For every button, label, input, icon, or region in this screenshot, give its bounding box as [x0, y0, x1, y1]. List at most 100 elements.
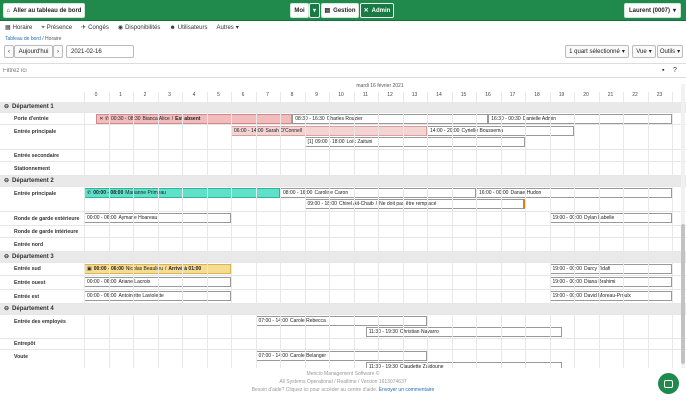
chevron-right-icon: ›	[57, 48, 59, 55]
nav-item-horaire[interactable]: ▦ Horaire	[5, 25, 32, 31]
footer-help-link[interactable]: Besoin d'aide? Cliquez ici pour accéder …	[252, 387, 378, 393]
shift-block[interactable]: 07:00 - 14:00 Carole Rebecca	[255, 316, 427, 326]
quarter-select-button[interactable]: 1 quart sélectionné ▾	[565, 45, 629, 58]
position-label: Voute	[14, 354, 29, 360]
note-separator: /	[375, 201, 378, 207]
filter-input[interactable]	[3, 66, 603, 76]
save-icon[interactable]: ▪	[662, 67, 664, 74]
timeline-date-header: mardi 16 février 2021	[356, 83, 404, 89]
shift-block[interactable]: 11:30 - 19:30 Claudette Zaidoune	[365, 362, 562, 368]
badge-icon: ▣	[87, 266, 92, 272]
shift-time: 08:00 - 16:00	[283, 190, 313, 196]
prev-day-button[interactable]: ‹	[4, 45, 14, 58]
nav-label: Congés	[88, 25, 109, 31]
hour-gridline	[525, 92, 526, 368]
breadcrumb-root-link[interactable]: Tableau de bord	[5, 36, 41, 42]
position-row: Entrée secondaire	[0, 150, 686, 162]
footer-feedback-link[interactable]: Envoyer un commentaire	[379, 387, 435, 393]
position-row: Entrée nord	[0, 238, 686, 252]
nav-item-disponibilites[interactable]: ◉ Disponibilités	[118, 25, 161, 31]
shift-employee: Diana Brahimi	[583, 279, 616, 285]
date-input[interactable]: 2021-02-16	[66, 45, 134, 58]
nav-item-conges[interactable]: ✈ Congés	[81, 25, 109, 31]
admin-button[interactable]: ✕ Admin	[360, 3, 394, 18]
user-menu-button[interactable]: Laurent (0007) ▾	[624, 3, 681, 18]
shift-block[interactable]: 16:30 - 00:30 Danielle Admin	[488, 114, 672, 124]
department-header: ⊖ Département 1	[0, 102, 686, 113]
shift-employee: Carole Rebecca	[289, 318, 326, 324]
shift-block[interactable]: 19:00 - 00:00 Diana Brahimi	[549, 277, 672, 287]
shift-employee: Bianca Alice	[142, 116, 170, 122]
shift-employee: Loïc Zaituni	[346, 139, 373, 145]
scrollbar-thumb[interactable]	[681, 224, 685, 364]
shift-block[interactable]: 19:00 - 00:00 Dylan Labelle	[549, 213, 672, 223]
nav-item-autres[interactable]: Autres ▾	[216, 25, 238, 31]
hour-label: 15	[460, 92, 467, 98]
moi-button[interactable]: Moi	[290, 3, 309, 18]
hour-label: 19	[558, 92, 565, 98]
tools-button[interactable]: Outils ▾	[657, 45, 683, 58]
shift-note: Est absent	[175, 116, 201, 122]
shift-time: 11:30 - 19:30	[368, 329, 398, 335]
department-header: ⊖ Département 4	[0, 304, 686, 315]
shift-employee: Carole Belanger	[289, 353, 327, 359]
shift-block[interactable]: 09:00 - 18:00 Chirel Ait-Chaib / Ne doit pa…	[304, 199, 525, 209]
shift-block[interactable]: 11:30 - 19:30 Christian Navarro	[365, 327, 562, 337]
shift-note: Arrivé à 01:00	[168, 266, 202, 272]
moi-dropdown-button[interactable]: ▾	[309, 3, 320, 18]
view-label: Vue	[636, 48, 647, 55]
hour-gridline	[304, 92, 306, 368]
today-button[interactable]: Aujourd'hui	[14, 45, 53, 58]
today-label: Aujourd'hui	[18, 48, 49, 55]
view-button[interactable]: Vue ▾	[632, 45, 656, 58]
schedule-grid: mardi 16 février 2021 0 1 2 3 4 5 6 7 8 9 10 11 12 13…	[0, 78, 686, 368]
position-label: Ronde de garde intérieure	[14, 228, 79, 235]
shift-time: 16:30 - 00:30	[491, 116, 521, 122]
gestion-button[interactable]: ▤ Gestion	[321, 3, 359, 18]
shift-block[interactable]: ✕ ✆ 00:30 - 08:30 Bianca Alice / Est absent	[96, 114, 293, 124]
nav-item-presence[interactable]: ⌖ Présence	[41, 25, 72, 31]
shift-block[interactable]: [1]09:00 - 18:00Loïc Zaituni	[304, 137, 525, 147]
hour-label: 22	[632, 92, 638, 98]
caret-down-icon: ▾	[312, 7, 316, 14]
hour-gridline	[84, 92, 85, 368]
hour-label: 10	[338, 92, 344, 98]
collapse-icon[interactable]: ⊖	[4, 178, 9, 184]
collapse-icon[interactable]: ⊖	[4, 306, 9, 312]
hour-label: 23	[656, 92, 663, 98]
shift-block[interactable]: 08:30 - 16:30 Charles Rouzier	[292, 114, 489, 124]
position-label: Entrée des employés	[14, 319, 66, 325]
hour-label: 3	[168, 92, 171, 98]
department-header: ⊖ Département 2	[0, 176, 686, 187]
hour-label: 6	[241, 92, 245, 98]
quarter-label: 1 quart sélectionné	[569, 48, 620, 55]
shift-time: 08:30 - 16:30	[295, 116, 325, 122]
hour-label: 16	[485, 92, 491, 98]
shift-time: 06:00 - 14:00	[234, 128, 264, 134]
collapse-icon[interactable]: ⊖	[4, 254, 9, 260]
chat-button[interactable]	[658, 373, 679, 394]
department-header: ⊖ Département 3	[0, 252, 686, 263]
shift-block[interactable]: 19:00 - 00:00 David Moreau-Proulx	[549, 291, 672, 301]
shift-employee: Aymane Hoareau	[118, 215, 158, 221]
nav-label: Horaire	[12, 25, 33, 31]
shift-time: 00:00 - 06:00	[87, 293, 117, 299]
hour-label: 13	[411, 92, 418, 98]
shift-time: 16:00 - 00:00	[479, 190, 509, 196]
shift-time: 19:00 - 00:00	[552, 293, 582, 299]
shift-employee: Sarah O'Connell	[265, 128, 302, 134]
grid-scrollbar[interactable]	[681, 84, 685, 368]
next-day-button[interactable]: ›	[53, 45, 63, 58]
footer-status: All Systems Operational / Realtime / Ver…	[279, 379, 407, 385]
collapse-icon[interactable]: ⊖	[4, 104, 9, 110]
help-icon[interactable]: ?	[673, 67, 677, 74]
position-label: Porte d'entrée	[14, 115, 49, 122]
tools-icon: ✕	[363, 7, 369, 14]
position-row: Entrepôt	[0, 339, 686, 350]
nav-item-utilisateurs[interactable]: ☻ Utilisateurs	[169, 25, 207, 31]
dashboard-button[interactable]: ⌂ Aller au tableau de bord	[3, 3, 85, 18]
shift-block[interactable]: 07:00 - 14:00 Carole Belanger	[255, 351, 427, 361]
shift-block[interactable]: 19:00 - 00:00 Darcy Tidafi	[549, 264, 672, 274]
hour-gridline	[255, 92, 257, 368]
hour-gridline	[206, 92, 208, 368]
